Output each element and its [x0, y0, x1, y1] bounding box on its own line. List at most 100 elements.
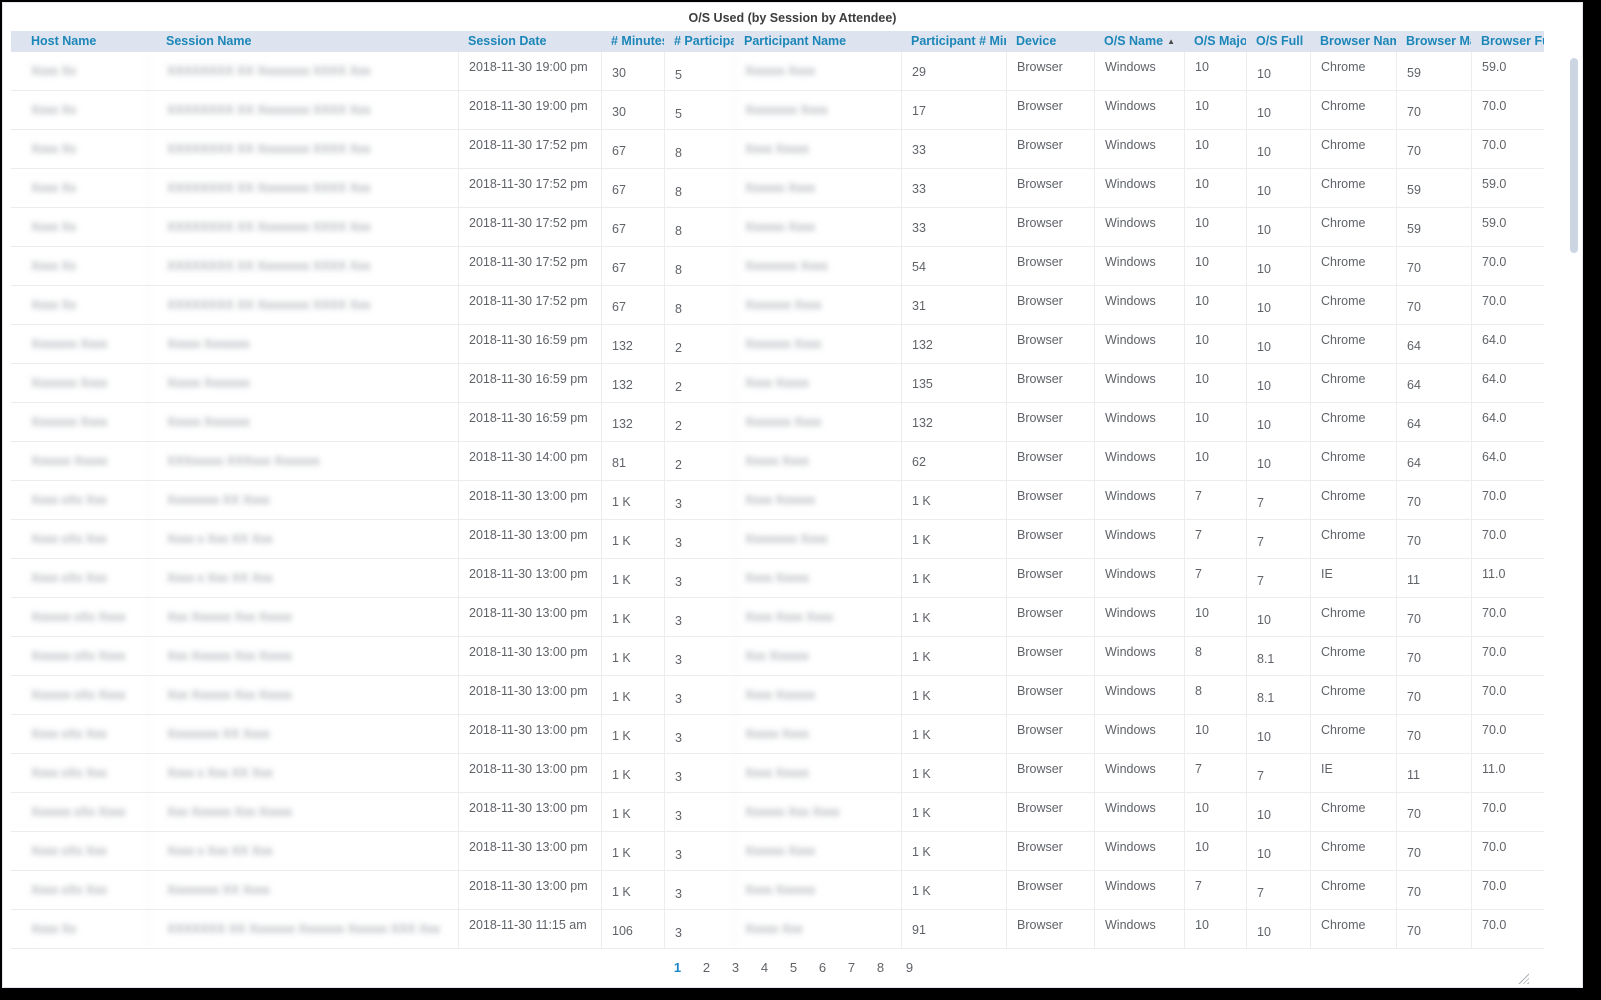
cell-participants: 3	[664, 481, 734, 519]
cell-os_major: 10	[1184, 91, 1246, 129]
cell-minutes: 106	[601, 910, 664, 948]
cell-os_full: 10	[1246, 598, 1310, 636]
cell-os_name: Windows	[1094, 91, 1184, 129]
cell-browser_name: IE	[1310, 559, 1396, 597]
cell-session: XXXXXXXX XX Xxxxxxxx XXXX Xxx	[148, 91, 458, 129]
cell-session: Xxxxx Xxxxxxx	[148, 364, 458, 402]
cell-minutes: 132	[601, 403, 664, 441]
cell-os_major: 10	[1184, 52, 1246, 90]
page-number-5[interactable]: 5	[779, 959, 808, 977]
cell-browser_full: 11.0	[1471, 559, 1544, 597]
cell-os_major: 10	[1184, 832, 1246, 870]
cell-os_full: 10	[1246, 52, 1310, 90]
cell-date: 2018-11-30 13:00 pm	[458, 598, 601, 636]
cell-device: Browser	[1006, 598, 1094, 636]
cell-host: Xxxx xXx Xxx	[11, 559, 148, 597]
cell-browser_full: 70.0	[1471, 598, 1544, 636]
cell-os_major: 7	[1184, 871, 1246, 909]
col-header-participant[interactable]: Participant Name	[734, 31, 901, 52]
table-row: Xxxxxxx XxxxXxxxx Xxxxxxx2018-11-30 16:5…	[11, 325, 1544, 364]
cell-participants: 8	[664, 247, 734, 285]
cell-p_minutes: 33	[901, 208, 1006, 246]
cell-browser_name: Chrome	[1310, 208, 1396, 246]
cell-os_major: 10	[1184, 169, 1246, 207]
col-header-os_name[interactable]: O/S Name▲	[1094, 31, 1184, 52]
cell-participants: 8	[664, 286, 734, 324]
cell-os_full: 7	[1246, 559, 1310, 597]
col-header-browser_full[interactable]: Browser Full	[1471, 31, 1544, 52]
col-header-p_minutes[interactable]: Participant # Minutes	[901, 31, 1006, 52]
report-panel: O/S Used (by Session by Attendee) Host N…	[2, 2, 1583, 988]
page-number-1[interactable]: 1	[663, 959, 692, 977]
cell-os_full: 7	[1246, 520, 1310, 558]
page-number-4[interactable]: 4	[750, 959, 779, 977]
cell-browser_major: 70	[1396, 481, 1471, 519]
col-header-label: Participant # Minutes	[911, 34, 1006, 48]
cell-minutes: 81	[601, 442, 664, 480]
col-header-date[interactable]: Session Date	[458, 31, 601, 52]
page-number-6[interactable]: 6	[808, 959, 837, 977]
cell-minutes: 67	[601, 286, 664, 324]
cell-participant: Xxxxxxx Xxxx	[734, 325, 901, 363]
col-header-browser_major[interactable]: Browser Major	[1396, 31, 1471, 52]
col-header-label: Browser Name	[1320, 34, 1396, 48]
col-header-label: Participant Name	[744, 34, 846, 48]
cell-browser_full: 59.0	[1471, 52, 1544, 90]
cell-device: Browser	[1006, 130, 1094, 168]
cell-participant: Xxxx Xxxxx	[734, 364, 901, 402]
cell-os_name: Windows	[1094, 442, 1184, 480]
col-header-label: Session Date	[468, 34, 547, 48]
cell-participants: 2	[664, 325, 734, 363]
cell-p_minutes: 1 K	[901, 598, 1006, 636]
cell-participants: 5	[664, 91, 734, 129]
cell-date: 2018-11-30 13:00 pm	[458, 637, 601, 675]
col-header-os_full[interactable]: O/S Full	[1246, 31, 1310, 52]
cell-browser_name: Chrome	[1310, 676, 1396, 714]
cell-browser_full: 70.0	[1471, 832, 1544, 870]
cell-os_name: Windows	[1094, 403, 1184, 441]
cell-os_full: 7	[1246, 754, 1310, 792]
cell-os_full: 10	[1246, 286, 1310, 324]
cell-browser_major: 70	[1396, 286, 1471, 324]
cell-os_full: 10	[1246, 130, 1310, 168]
cell-os_name: Windows	[1094, 481, 1184, 519]
cell-os_name: Windows	[1094, 754, 1184, 792]
col-header-participants[interactable]: # Participants	[664, 31, 734, 52]
cell-host: Xxxxxxx Xxxx	[11, 325, 148, 363]
cell-browser_name: Chrome	[1310, 286, 1396, 324]
cell-device: Browser	[1006, 442, 1094, 480]
cell-participant: Xxxx Xxxxx	[734, 559, 901, 597]
cell-participant: Xxxx Xxxxxx	[734, 481, 901, 519]
page-number-2[interactable]: 2	[692, 959, 721, 977]
cell-os_major: 7	[1184, 754, 1246, 792]
table-row: Xxxx XxXXXXXXXX XX Xxxxxxxx XXXX Xxx2018…	[11, 208, 1544, 247]
report-title: O/S Used (by Session by Attendee)	[3, 3, 1582, 31]
page-number-7[interactable]: 7	[837, 959, 866, 977]
cell-host: Xxxx Xx	[11, 286, 148, 324]
col-header-host[interactable]: Host Name	[11, 31, 148, 52]
cell-participant: Xxxxx Xxxx	[734, 715, 901, 753]
page-number-9[interactable]: 9	[895, 959, 924, 977]
page-number-8[interactable]: 8	[866, 959, 895, 977]
col-header-minutes[interactable]: # Minutes	[601, 31, 664, 52]
cell-os_name: Windows	[1094, 325, 1184, 363]
cell-session: Xxx Xxxxxx Xxx Xxxxx	[148, 676, 458, 714]
table-row: Xxxx XxXXXXXXXX XX Xxxxxxxx XXXX Xxx2018…	[11, 91, 1544, 130]
cell-browser_major: 70	[1396, 715, 1471, 753]
cell-p_minutes: 1 K	[901, 871, 1006, 909]
vertical-scrollbar-thumb[interactable]	[1570, 58, 1578, 253]
cell-browser_major: 70	[1396, 793, 1471, 831]
cell-host: Xxxx xXx Xxx	[11, 520, 148, 558]
cell-p_minutes: 1 K	[901, 676, 1006, 714]
col-header-browser_name[interactable]: Browser Name	[1310, 31, 1396, 52]
cell-participant: Xxxx Xxxx Xxxx	[734, 598, 901, 636]
col-header-session[interactable]: Session Name	[148, 31, 458, 52]
cell-participants: 3	[664, 910, 734, 948]
col-header-device[interactable]: Device	[1006, 31, 1094, 52]
cell-p_minutes: 17	[901, 91, 1006, 129]
cell-minutes: 30	[601, 91, 664, 129]
cell-host: Xxxxxx xXx Xxxx	[11, 637, 148, 675]
page-number-3[interactable]: 3	[721, 959, 750, 977]
cell-participants: 3	[664, 715, 734, 753]
col-header-os_major[interactable]: O/S Major	[1184, 31, 1246, 52]
